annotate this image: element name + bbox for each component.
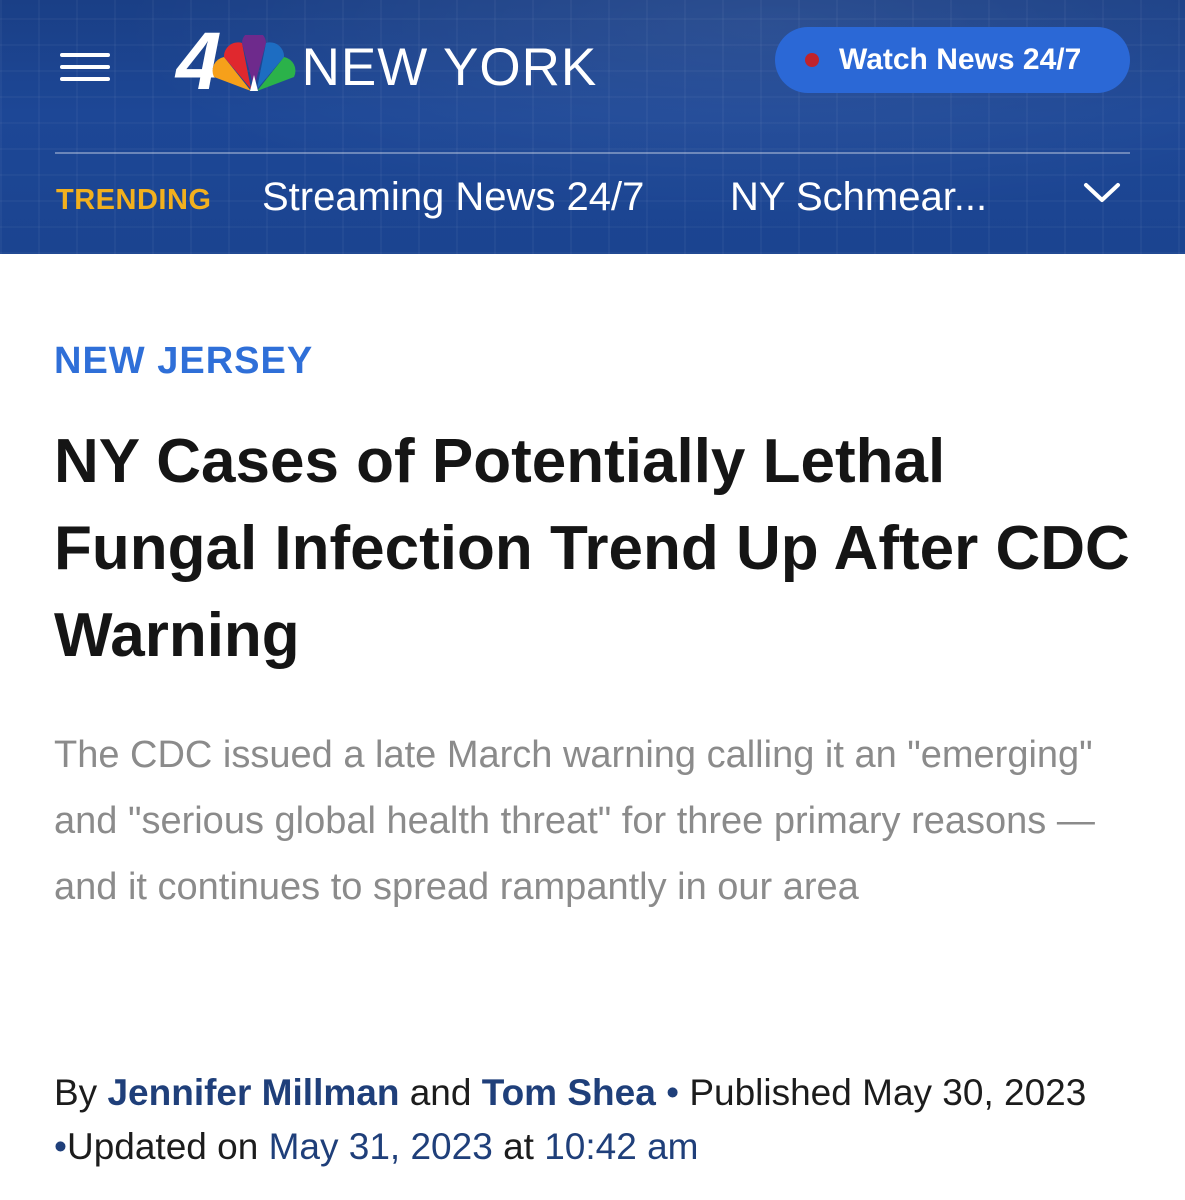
updated-label: Updated on: [66, 1126, 259, 1167]
updated-time: 10:42 am: [544, 1126, 699, 1167]
article-dek: The CDC issued a late March warning call…: [54, 734, 1095, 908]
trending-link-streaming-news[interactable]: Streaming News 24/7: [262, 175, 644, 220]
author-link-jennifer-millman[interactable]: Jennifer Millman: [107, 1072, 399, 1113]
byline-at: at: [503, 1126, 534, 1167]
byline-and: and: [409, 1072, 472, 1113]
menu-icon[interactable]: [60, 50, 112, 84]
site-header: 4 NEW YORK Watch News 24/7 TRENDING Stre…: [0, 0, 1185, 254]
chevron-down-icon[interactable]: [1082, 178, 1122, 208]
site-logo[interactable]: 4 NEW YORK: [176, 21, 598, 103]
author-link-tom-shea[interactable]: Tom Shea: [482, 1072, 656, 1113]
trending-label: TRENDING: [56, 184, 212, 216]
header-divider: [55, 152, 1130, 154]
published-date: May 30, 2023: [862, 1072, 1087, 1113]
article-headline: NY Cases of Potentially Lethal Fungal In…: [54, 427, 1130, 670]
updated-date: May 31, 2023: [268, 1126, 493, 1167]
byline: By Jennifer Millman and Tom Shea • Publi…: [54, 1066, 1164, 1174]
watch-news-button[interactable]: Watch News 24/7: [775, 27, 1130, 93]
watch-news-label: Watch News 24/7: [839, 43, 1082, 76]
logo-city: NEW YORK: [301, 37, 598, 97]
trending-link-ny-schmear[interactable]: NY Schmear...: [730, 175, 987, 220]
section-kicker[interactable]: NEW JERSEY: [54, 340, 313, 383]
peacock-icon: [212, 35, 296, 91]
live-dot-icon: [805, 53, 819, 67]
byline-bullet: •: [666, 1072, 680, 1113]
byline-bullet: •: [54, 1126, 67, 1167]
published-label: Published: [689, 1072, 852, 1113]
byline-by: By: [54, 1072, 98, 1113]
